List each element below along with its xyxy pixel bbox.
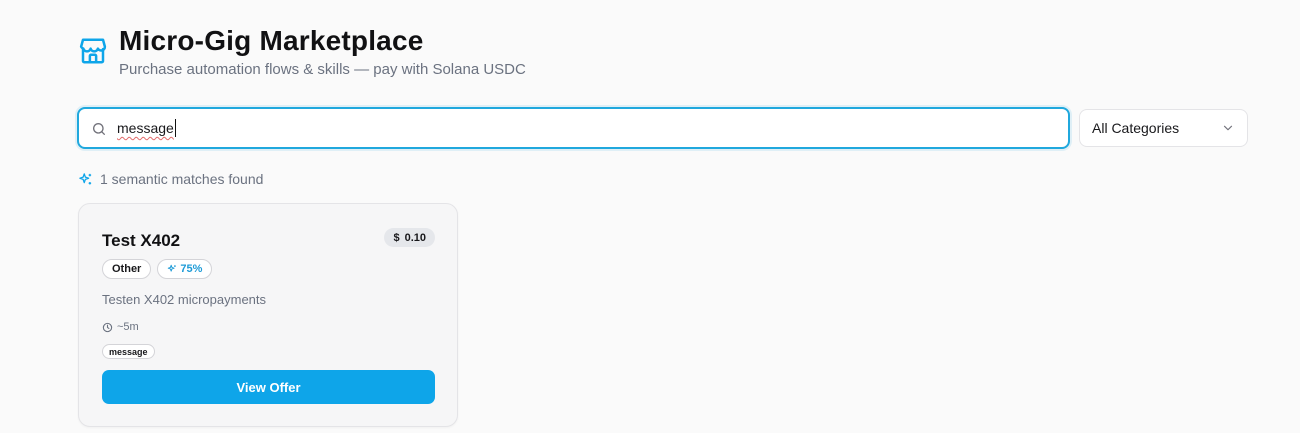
offer-title: Test X402 — [102, 231, 181, 250]
view-offer-button[interactable]: View Offer — [102, 370, 435, 404]
page-title: Micro-Gig Marketplace — [119, 25, 424, 56]
duration-value: ~5m — [117, 321, 139, 333]
offer-badges: Other 75% — [102, 259, 213, 279]
offer-tag: message — [102, 344, 155, 359]
category-select-value: All Categories — [1092, 120, 1180, 136]
price-value: 0.10 — [404, 231, 426, 244]
sparkles-icon — [79, 172, 92, 184]
clock-icon — [102, 322, 113, 332]
category-select[interactable]: All Categories — [1079, 109, 1248, 147]
page-header: Micro-Gig Marketplace Purchase automatio… — [78, 24, 526, 80]
offer-description: Testen X402 micropayments — [102, 292, 267, 307]
results-summary: 1 semantic matches found — [78, 171, 263, 187]
marketplace-page: Micro-Gig Marketplace Purchase automatio… — [0, 0, 1300, 433]
text-caret — [175, 119, 176, 137]
category-badge: Other — [102, 259, 152, 279]
price-badge: $ 0.10 — [384, 228, 435, 247]
store-icon — [79, 38, 107, 64]
page-subtitle: Purchase automation flows & skills — pay… — [119, 61, 526, 78]
search-box[interactable]: message — [77, 107, 1070, 149]
offer-card: Test X402 $ 0.10 Other 75% Testen X402 m… — [78, 203, 458, 427]
results-summary-text: 1 semantic matches found — [100, 171, 264, 187]
match-badge: 75% — [157, 259, 213, 279]
match-percent: 75% — [180, 263, 203, 275]
search-icon — [93, 123, 105, 135]
sparkles-icon — [168, 264, 177, 272]
dollar-icon: $ — [393, 231, 400, 244]
chevron-down-icon — [1223, 125, 1233, 131]
search-input[interactable]: message — [117, 119, 174, 137]
offer-duration: ~5m — [102, 321, 139, 333]
